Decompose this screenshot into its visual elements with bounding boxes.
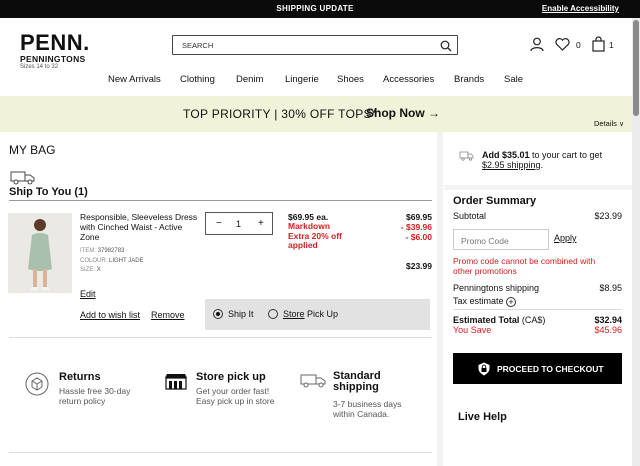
increase-qty-button[interactable]: +: [258, 218, 264, 229]
ship-it-radio[interactable]: [213, 309, 223, 319]
promo-code-placeholder: Promo Code: [461, 236, 509, 246]
product-image[interactable]: [8, 213, 72, 293]
shopping-bag-icon[interactable]: [592, 36, 605, 52]
item-colour: COLOUR: LIGHT JADE: [80, 258, 144, 264]
dress-model-image: [8, 213, 72, 293]
decrease-qty-button[interactable]: −: [216, 218, 222, 229]
store-pickup-icon: [165, 374, 187, 390]
shop-now-link[interactable]: Shop Now →: [366, 106, 440, 120]
promo-code-input[interactable]: Promo Code: [453, 229, 549, 250]
proceed-to-checkout-button[interactable]: PROCEED TO CHECKOUT: [453, 353, 622, 384]
returns-box-icon: [25, 372, 49, 396]
nav-denim[interactable]: Denim: [236, 74, 263, 85]
delivery-truck-icon: [10, 171, 35, 185]
estimated-total-value: $32.94: [594, 315, 622, 325]
chevron-down-icon: ∨: [619, 121, 625, 128]
enable-accessibility-link[interactable]: Enable Accessibility: [542, 4, 619, 13]
nav-clothing[interactable]: Clothing: [180, 74, 215, 85]
live-help-link[interactable]: Live Help: [458, 411, 507, 423]
shipping-update-link[interactable]: SHIPPING UPDATE: [0, 4, 630, 13]
nav-lingerie[interactable]: Lingerie: [285, 74, 319, 85]
cart-count: 1: [609, 40, 614, 50]
add-to-wishlist-link[interactable]: Add to wish list: [80, 310, 140, 320]
page-title: MY BAG: [9, 143, 56, 157]
returns-title: Returns: [59, 371, 101, 383]
edit-link[interactable]: Edit: [80, 289, 96, 299]
extra-discount-amount: - $6.00: [405, 232, 432, 242]
shipping-value: $8.95: [599, 283, 622, 293]
you-save-value: $45.96: [594, 325, 622, 335]
panel-gutter: [437, 132, 443, 466]
item-total: $23.99: [406, 261, 432, 271]
shipping-threshold-link[interactable]: $2.95 shipping: [482, 160, 541, 170]
store-pickup-title: Store pick up: [196, 371, 266, 383]
promo-banner: TOP PRIORITY | 30% OFF TOPS* Shop Now →: [0, 96, 632, 132]
nav-brands[interactable]: Brands: [454, 74, 484, 85]
nav-accessories[interactable]: Accessories: [383, 74, 434, 85]
ship-to-you-heading: Ship To You (1): [9, 186, 88, 198]
scrollbar-thumb[interactable]: [633, 20, 639, 116]
fulfillment-options: Ship It Store Pick Up: [205, 299, 430, 330]
promo-message: TOP PRIORITY | 30% OFF TOPS*: [183, 107, 377, 121]
product-name-link[interactable]: Responsible, Sleeveless Dress with Cinch…: [80, 212, 198, 242]
divider: [9, 452, 432, 453]
wishlist-count: 0: [576, 40, 581, 50]
divider: [453, 309, 622, 310]
store-pickup-radio[interactable]: [268, 309, 278, 319]
search-placeholder: SEARCH: [182, 41, 214, 50]
store-pickup-description: Get your order fast! Easy pick up in sto…: [196, 386, 275, 406]
penn-logo[interactable]: PENN.: [20, 32, 90, 54]
you-save-label: You Save: [453, 325, 492, 335]
markdown-info: Markdown Extra 20% off applied: [288, 221, 358, 251]
item-size: SIZE: X: [80, 267, 101, 273]
search-icon[interactable]: [440, 40, 452, 52]
divider: [9, 337, 432, 338]
promo-error-message: Promo code cannot be combined with other…: [453, 256, 596, 276]
shipping-truck-icon: [459, 151, 474, 161]
promo-details-toggle[interactable]: Details ∨: [594, 119, 624, 128]
original-price: $69.95: [406, 212, 432, 222]
shipping-update-bar: SHIPPING UPDATE Enable Accessibility: [0, 0, 640, 18]
panel-separator: [444, 185, 632, 190]
subtotal-label: Subtotal: [453, 211, 487, 221]
markdown-amount: - $39.96: [400, 222, 432, 232]
tax-estimate-label: Tax estimate +: [453, 296, 517, 307]
nav-shoes[interactable]: Shoes: [337, 74, 364, 85]
store-pickup-label[interactable]: Store Pick Up: [283, 309, 338, 319]
shipping-label: Penningtons shipping: [453, 283, 540, 293]
lock-icon: [478, 362, 490, 376]
returns-description: Hassle free 30-day return policy: [59, 386, 131, 406]
quantity-value[interactable]: 1: [236, 219, 241, 229]
free-shipping-message: Add $35.01 to your cart to get $2.95 shi…: [482, 150, 603, 170]
penningtons-wordmark[interactable]: PENNINGTONS: [20, 54, 86, 64]
nav-new-arrivals[interactable]: New Arrivals: [108, 74, 161, 85]
apply-promo-button[interactable]: Apply: [554, 233, 577, 243]
account-icon[interactable]: [530, 37, 544, 52]
nav-sale[interactable]: Sale: [504, 74, 523, 85]
wishlist-heart-icon[interactable]: [555, 38, 570, 51]
arrow-right-icon: →: [428, 106, 441, 120]
ship-it-label[interactable]: Ship It: [228, 309, 254, 319]
logo-sizes-tagline: Sizes 14 to 32: [20, 64, 59, 70]
quantity-stepper[interactable]: − 1 +: [205, 212, 273, 235]
divider: [9, 200, 432, 201]
order-summary-title: Order Summary: [453, 195, 537, 207]
standard-shipping-title: Standard shipping: [333, 370, 381, 393]
plus-circle-icon[interactable]: +: [506, 297, 517, 307]
item-number: ITEM: 37982783: [80, 248, 125, 254]
standard-shipping-description: 3-7 business days within Canada.: [333, 399, 402, 419]
subtotal-value: $23.99: [594, 211, 622, 221]
search-input[interactable]: SEARCH: [172, 35, 458, 55]
estimated-total-label: Estimated Total (CA$): [453, 315, 546, 325]
shipping-truck-icon: [300, 374, 326, 388]
extra-discount-label: Extra 20% off applied: [288, 230, 342, 250]
checkout-label: PROCEED TO CHECKOUT: [497, 364, 604, 374]
remove-link[interactable]: Remove: [151, 310, 185, 320]
